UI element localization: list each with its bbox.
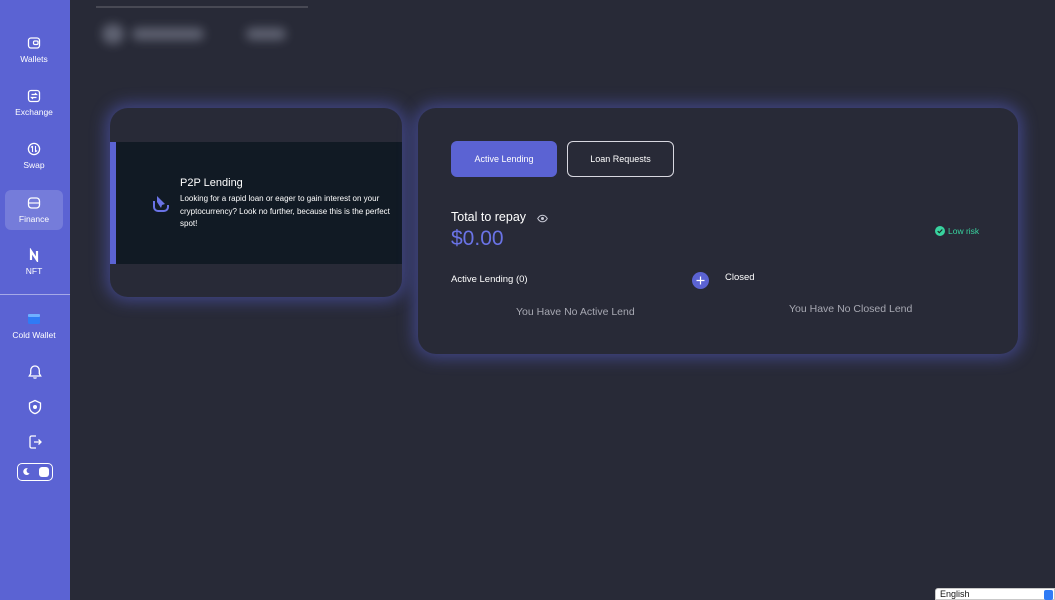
shield-icon[interactable] (26, 398, 44, 416)
tab-active-lending[interactable]: Active Lending (451, 141, 557, 177)
blurred-avatar (102, 24, 124, 44)
closed-empty-state: You Have No Closed Lend (789, 303, 913, 315)
sidebar-item-swap[interactable]: Swap (5, 136, 63, 176)
language-selected: English (940, 589, 970, 599)
closed-title: Closed (725, 272, 755, 283)
lending-panel: Active Lending Loan Requests Total to re… (418, 108, 1018, 354)
sidebar-item-cold-wallet[interactable]: Cold Wallet (5, 306, 63, 346)
risk-label: Low risk (948, 226, 980, 236)
sidebar-item-label: Cold Wallet (12, 330, 56, 340)
p2p-banner: P2P Lending Looking for a rapid loan or … (110, 142, 402, 264)
blurred-username (132, 28, 204, 40)
check-circle-icon (935, 226, 945, 236)
select-arrows-icon (1044, 590, 1053, 600)
sidebar-item-label: Swap (23, 160, 45, 170)
repay-label: Total to repay (451, 210, 527, 224)
logout-icon[interactable] (26, 433, 44, 451)
sidebar-item-label: Exchange (15, 107, 53, 117)
toggle-knob (39, 466, 49, 477)
eye-icon[interactable] (537, 214, 548, 223)
wallet-icon (27, 37, 41, 49)
p2p-title: P2P Lending (180, 177, 243, 189)
sidebar-item-exchange[interactable]: Exchange (5, 83, 63, 123)
lending-icon (153, 196, 169, 212)
plus-icon (696, 276, 705, 285)
exchange-icon (27, 89, 41, 103)
moon-icon (23, 468, 30, 475)
theme-toggle[interactable] (17, 463, 53, 481)
nft-icon (29, 248, 39, 262)
sidebar-item-nft[interactable]: NFT (5, 242, 63, 282)
sidebar-item-label: NFT (25, 266, 43, 276)
sidebar-item-finance[interactable]: Finance (5, 190, 63, 230)
blurred-status (246, 28, 286, 40)
repay-value: $0.00 (451, 227, 504, 250)
p2p-info-card: P2P Lending Looking for a rapid loan or … (110, 108, 402, 297)
cold-wallet-icon (28, 314, 40, 324)
sidebar-item-wallets[interactable]: Wallets (5, 30, 63, 70)
finance-icon (27, 197, 41, 209)
tab-loan-requests[interactable]: Loan Requests (567, 141, 674, 177)
active-lending-title: Active Lending (0) (451, 274, 528, 285)
risk-badge: Low risk (935, 226, 979, 236)
sidebar: Wallets Exchange Swap Finance NFT Cold W… (0, 0, 70, 600)
sidebar-divider (0, 294, 70, 295)
sidebar-item-label: Wallets (20, 54, 48, 64)
sidebar-item-label: Finance (18, 214, 50, 224)
blurred-header (96, 6, 308, 50)
add-lending-button[interactable] (692, 272, 709, 289)
active-empty-state: You Have No Active Lend (516, 306, 635, 318)
language-select[interactable]: English (935, 588, 1055, 600)
swap-icon (27, 142, 41, 156)
bell-icon[interactable] (26, 363, 44, 381)
p2p-description: Looking for a rapid loan or eager to gai… (180, 194, 390, 228)
